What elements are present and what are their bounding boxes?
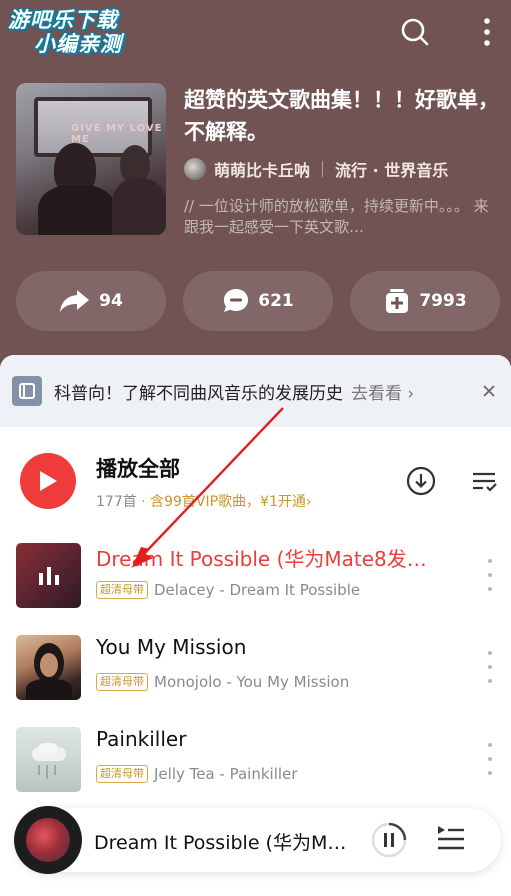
cover-figure-1-body: [38, 185, 116, 235]
pause-button[interactable]: [370, 821, 408, 859]
watermark-logo: 游吧乐下载 小编亲测: [8, 8, 148, 56]
song-artist: Delacey - Dream It Possible: [154, 581, 361, 599]
playlist-queue-icon[interactable]: [434, 822, 468, 856]
search-icon[interactable]: [398, 15, 432, 49]
download-icon[interactable]: [405, 465, 437, 497]
now-playing-title[interactable]: Dream It Possible (华为Mate8发布会主题曲): [94, 828, 356, 855]
multi-select-icon[interactable]: [468, 465, 500, 497]
song-cover: [16, 727, 81, 792]
equalizer-icon: [39, 567, 59, 585]
collect-count: 7993: [419, 291, 467, 311]
play-icon: [40, 471, 57, 491]
collect-button[interactable]: 7993: [350, 271, 500, 331]
playlist-tags[interactable]: 流行 · 世界音乐: [335, 157, 448, 181]
creator-row[interactable]: 萌萌比卡丘呐 流行 · 世界音乐: [184, 156, 448, 182]
song-row[interactable]: You My Mission 超清母带 Monojolo - You My Mi…: [0, 627, 511, 707]
song-more-icon[interactable]: [480, 743, 500, 775]
playlist-description[interactable]: // 一位设计师的放松歌单，持续更新中。。。 来跟我一起感受一下英文歌…: [184, 196, 494, 238]
disc-art: [26, 818, 70, 862]
play-all-label[interactable]: 播放全部: [96, 453, 180, 483]
cover-sign-text: GIVE MY LOVE ME: [71, 123, 163, 145]
close-icon[interactable]: [477, 379, 501, 403]
vip-promo-link[interactable]: · 含99首VIP歌曲，¥1开通›: [137, 494, 311, 510]
playlist-cover[interactable]: GIVE MY LOVE ME: [16, 83, 166, 235]
collect-icon: [386, 289, 409, 313]
cover-figure-2-body: [112, 179, 166, 235]
share-count: 94: [99, 291, 123, 311]
comment-count: 621: [258, 291, 294, 311]
song-title[interactable]: Dream It Possible (华为Mate8发布会…: [96, 543, 446, 572]
now-playing-disc[interactable]: [14, 806, 82, 874]
watermark-line1: 游吧乐下载: [8, 8, 118, 32]
mini-player[interactable]: Dream It Possible (华为Mate8发布会主题曲): [14, 806, 501, 874]
divider: [322, 161, 324, 177]
song-meta: 超清母带 Jelly Tea - Painkiller: [96, 765, 297, 783]
watermark-line2: 小编亲测: [34, 32, 122, 56]
song-cover: [16, 543, 81, 608]
play-all-row[interactable]: 播放全部 177首 · 含99首VIP歌曲，¥1开通›: [0, 443, 511, 523]
song-artist: Jelly Tea - Painkiller: [154, 765, 298, 783]
song-row[interactable]: Painkiller 超清母带 Jelly Tea - Painkiller: [0, 719, 511, 799]
share-button[interactable]: 94: [16, 271, 166, 331]
song-meta: 超清母带 Monojolo - You My Mission: [96, 673, 349, 691]
play-all-button[interactable]: [20, 453, 76, 509]
share-icon: [60, 290, 90, 312]
song-more-icon[interactable]: [480, 651, 500, 683]
song-meta: 超清母带 Delacey - Dream It Possible: [96, 581, 360, 599]
creator-avatar[interactable]: [184, 158, 206, 180]
song-title[interactable]: You My Mission: [96, 635, 446, 659]
song-title[interactable]: Painkiller: [96, 727, 446, 751]
song-count: 177首: [96, 494, 137, 510]
comment-icon: [224, 289, 249, 312]
song-row[interactable]: Dream It Possible (华为Mate8发布会… 超清母带 Dela…: [0, 535, 511, 615]
song-cover: [16, 635, 81, 700]
pause-icon: [371, 822, 407, 858]
song-artist: Monojolo - You My Mission: [154, 673, 350, 691]
playlist-title: 超赞的英文歌曲集！！！好歌单，不解释。: [184, 88, 499, 144]
quality-badge: 超清母带: [96, 673, 148, 691]
book-icon: [12, 376, 42, 406]
quality-badge: 超清母带: [96, 581, 148, 599]
song-more-icon[interactable]: [480, 559, 500, 591]
banner-text[interactable]: 科普向！了解不同曲风音乐的发展历史: [54, 379, 343, 404]
comment-button[interactable]: 621: [183, 271, 333, 331]
play-all-sub: 177首 · 含99首VIP歌曲，¥1开通›: [96, 491, 311, 511]
quality-badge: 超清母带: [96, 765, 148, 783]
info-banner[interactable]: 科普向！了解不同曲风音乐的发展历史 去看看 ›: [0, 355, 511, 427]
more-vertical-icon[interactable]: [470, 15, 504, 49]
creator-name[interactable]: 萌萌比卡丘呐: [214, 157, 310, 181]
banner-link[interactable]: 去看看 ›: [351, 379, 414, 404]
